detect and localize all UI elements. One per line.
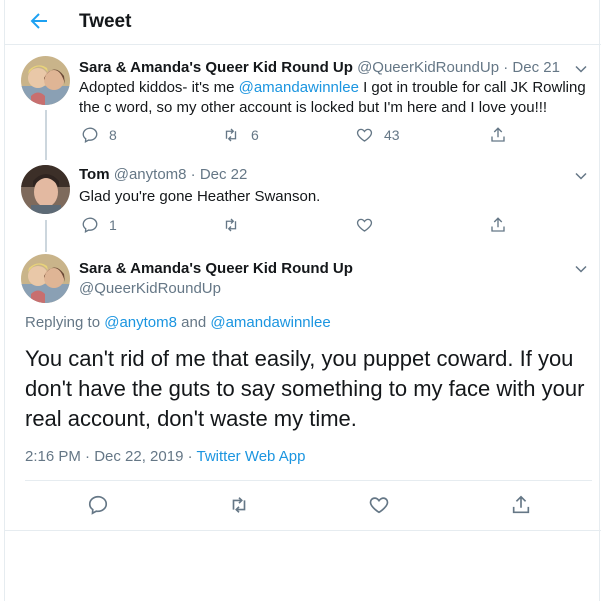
share-button[interactable]: [489, 125, 517, 145]
replying-to: Replying to @anytom8 and @amandawinnlee: [25, 314, 331, 331]
tweet-page: Tweet Sara & Amanda's Queer Kid Round Up…: [4, 0, 601, 601]
tweet-date[interactable]: Dec 22: [200, 166, 248, 183]
tweet-actions: 1: [79, 215, 559, 235]
replying-and: and: [176, 314, 211, 331]
retweet-icon: [225, 128, 237, 142]
dot-separator: ·: [499, 59, 513, 76]
reply-count: 1: [109, 217, 117, 233]
tweet-date[interactable]: Dec 21: [512, 59, 560, 76]
tweet-header: Sara & Amanda's Queer Kid Round Up @Quee…: [79, 59, 560, 76]
main-tweet-actions: [25, 494, 592, 518]
avatar[interactable]: [21, 165, 70, 214]
heart-icon[interactable]: [368, 494, 390, 516]
divider: [5, 530, 601, 531]
divider: [25, 480, 592, 481]
user-handle[interactable]: @anytom8: [114, 166, 187, 183]
chevron-down-icon[interactable]: [574, 262, 588, 276]
mention-link[interactable]: @amandawinnlee: [210, 314, 330, 331]
dot-separator: ·: [186, 166, 200, 183]
reply-button[interactable]: 1: [81, 215, 117, 235]
thread-line: [45, 220, 47, 252]
retweet-button[interactable]: [221, 215, 251, 235]
reply-count: 8: [109, 127, 117, 143]
reply-icon: [82, 217, 98, 233]
back-arrow-icon[interactable]: [27, 9, 51, 33]
tweet-text: Glad you're gone Heather Swanson.: [79, 188, 321, 205]
share-button[interactable]: [489, 215, 517, 235]
heart-icon: [356, 128, 373, 142]
reply-icon[interactable]: [87, 494, 109, 516]
avatar[interactable]: [21, 254, 70, 303]
chevron-down-icon[interactable]: [574, 62, 588, 76]
retweet-count: 6: [251, 127, 259, 143]
retweet-icon[interactable]: [227, 494, 251, 516]
tweet-text-part: Adopted kiddos- it's me: [79, 79, 239, 96]
thread-line: [45, 110, 47, 160]
tweet-text: Adopted kiddos- it's me @amandawinnlee I…: [79, 78, 599, 118]
replying-prefix: Replying to: [25, 314, 105, 331]
heart-icon: [356, 218, 373, 232]
source-link[interactable]: Twitter Web App: [196, 448, 305, 465]
user-name[interactable]: Sara & Amanda's Queer Kid Round Up: [79, 59, 353, 76]
avatar[interactable]: [21, 56, 70, 105]
like-count: 43: [384, 127, 400, 143]
reply-button[interactable]: 8: [81, 125, 117, 145]
share-icon: [491, 217, 505, 232]
main-user-handle[interactable]: @QueerKidRoundUp: [79, 280, 221, 297]
like-button[interactable]: 43: [355, 125, 400, 145]
user-handle[interactable]: @QueerKidRoundUp: [357, 59, 499, 76]
tweet-header: Tom @anytom8 · Dec 22: [79, 166, 247, 183]
tweet-meta: 2:16 PM · Dec 22, 2019 · Twitter Web App: [25, 448, 305, 465]
user-name[interactable]: Sara & Amanda's Queer Kid Round Up: [79, 260, 353, 277]
mention-link[interactable]: @amandawinnlee: [239, 79, 359, 96]
main-user-name[interactable]: Sara & Amanda's Queer Kid Round Up: [79, 260, 353, 277]
reply-icon: [82, 127, 98, 143]
like-button[interactable]: [355, 215, 384, 235]
page-title: Tweet: [79, 11, 132, 32]
retweet-button[interactable]: 6: [221, 125, 259, 145]
mention-link[interactable]: @anytom8: [104, 314, 177, 331]
share-icon: [491, 127, 505, 142]
tweet-timestamp[interactable]: 2:16 PM · Dec 22, 2019 ·: [25, 448, 196, 465]
tweet-actions: 8 6 43: [79, 125, 559, 145]
main-tweet-text: You can't rid of me that easily, you pup…: [25, 346, 585, 431]
chevron-down-icon[interactable]: [574, 169, 588, 183]
user-name[interactable]: Tom: [79, 166, 110, 183]
header: Tweet: [5, 0, 601, 45]
retweet-icon: [225, 218, 237, 232]
share-icon[interactable]: [510, 494, 532, 516]
